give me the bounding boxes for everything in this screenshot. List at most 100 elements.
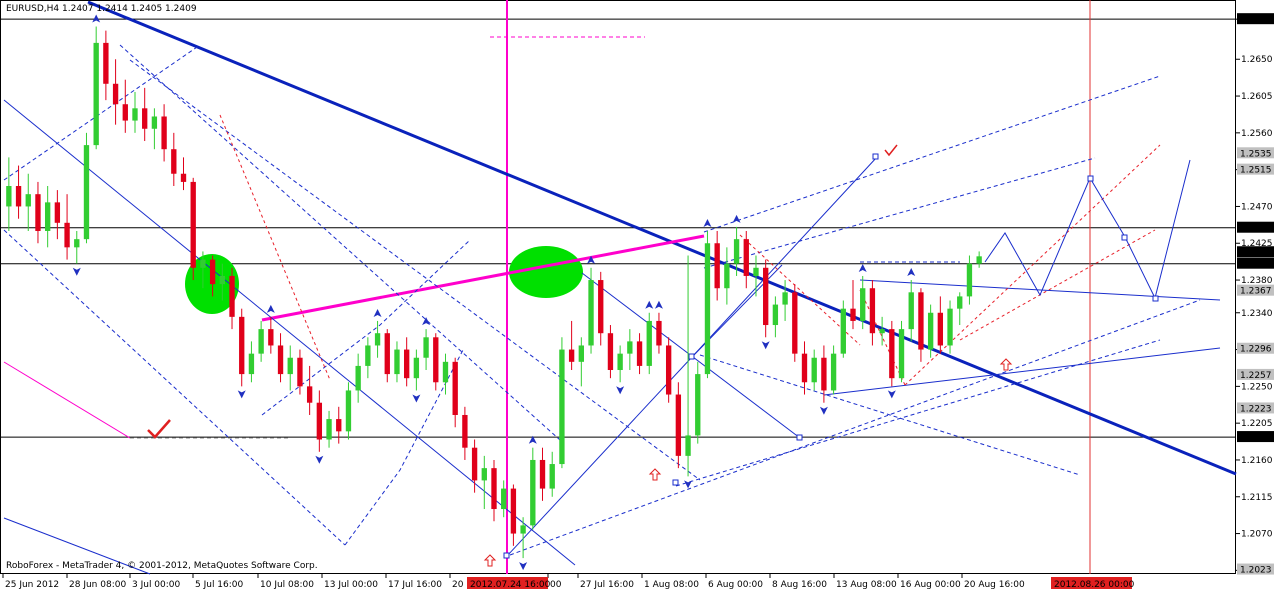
channel-line (703, 157, 1096, 269)
candle-body (122, 104, 128, 121)
candle-body (607, 333, 614, 371)
candle-body (481, 468, 487, 481)
price-label-text: 1.2223 (1240, 404, 1272, 414)
price-tick-label: 1.2070 (1241, 530, 1273, 540)
candle-body (811, 357, 817, 383)
price-label-text: 1.2699 (1240, 15, 1272, 25)
candle-body (966, 263, 973, 297)
projection-line (904, 144, 1161, 386)
candle-body (520, 525, 526, 534)
candle-body (869, 288, 876, 334)
candle-body (83, 145, 90, 240)
symbol-label: EURUSD,H4 (6, 4, 60, 14)
wave-node (672, 479, 679, 486)
candle-body (801, 353, 808, 383)
projection-line (959, 229, 1156, 341)
candle-body (947, 308, 953, 346)
candle-body (336, 419, 342, 432)
price-tick-label: 1.2380 (1241, 276, 1273, 286)
up-arrow-outline-icon (999, 358, 1013, 371)
time-tick-label: 17 Jul 16:00 (388, 580, 442, 590)
candle-body (6, 186, 12, 207)
fractal-arrow-icon (373, 308, 382, 317)
price-tick-label: 1.2470 (1241, 202, 1273, 212)
time-tick-label: 6 Aug 00:00 (708, 580, 763, 590)
fractal-arrow-icon (72, 267, 81, 276)
price-tick-label: 1.2160 (1241, 456, 1273, 466)
fractal-arrow-icon (858, 263, 867, 272)
candle-body (268, 329, 274, 346)
fractal-arrow-icon (819, 406, 828, 415)
time-tick-label: 28 Jun 08:00 (69, 580, 126, 590)
candle-body (530, 459, 536, 526)
price-tick-label: 1.2340 (1241, 309, 1273, 319)
candle-body (772, 304, 779, 326)
price-tick-label: 1.2605 (1241, 92, 1273, 102)
candle-body (578, 345, 584, 362)
projection-line (219, 114, 331, 381)
price-label-text: 1.2023 (1240, 566, 1272, 576)
candles (6, 26, 982, 559)
price-label-text: 1.2409 (1240, 248, 1272, 258)
time-tick-label: 13 Aug 08:00 (836, 580, 897, 590)
candle-body (510, 488, 517, 534)
price-tick-label: 1.2205 (1241, 419, 1273, 429)
price-label-text: 1.2188 (1240, 433, 1272, 443)
candle-body (753, 267, 759, 276)
candle-body (171, 149, 177, 174)
check-mark-icon (884, 144, 898, 157)
candle-body (219, 275, 225, 285)
forecast-node (1152, 295, 1159, 302)
candle-body (306, 386, 313, 403)
horizontal-levels (0, 18, 1235, 438)
time-tick-label: 1 Aug 08:00 (644, 580, 699, 590)
candle-body (413, 357, 420, 379)
candle-body (44, 202, 51, 231)
main-trend-line (87, 0, 1237, 476)
candle-body (404, 349, 410, 379)
time-highlight-label: 2012.07.24 16:00 (470, 580, 551, 590)
forecast-node (1087, 175, 1094, 182)
price-axis: 1.2699 1.2650 1.2605 1.2560 1.2515 1.2470 1.24… (1235, 13, 1274, 576)
candle-body (675, 394, 682, 456)
up-arrow-outline-icon (648, 468, 662, 481)
candle-body (714, 243, 720, 289)
candle-body (200, 259, 206, 268)
candle-body (792, 292, 798, 354)
candle-body (782, 292, 788, 305)
candle-body (918, 292, 924, 350)
wave-node (796, 434, 803, 441)
time-tick-label: 3 Jul 00:00 (132, 580, 181, 590)
candle-body (471, 447, 478, 481)
candle-body (665, 345, 672, 395)
fractal-arrow-icon (237, 390, 246, 399)
candle-body (161, 116, 167, 150)
candle-body (384, 333, 390, 375)
candle-body (452, 361, 458, 415)
candle-body (277, 345, 284, 375)
candle-body (821, 357, 827, 391)
candle-body (442, 361, 449, 383)
time-tick-label: 16 Aug 00:00 (900, 580, 961, 590)
candle-body (142, 108, 148, 129)
channel-line (509, 299, 1201, 556)
time-tick-label: 20 (452, 580, 464, 590)
time-tick-label: 20 Aug 16:00 (964, 580, 1025, 590)
ohlc-values: 1.2407 1.2414 1.2405 1.2409 (62, 4, 197, 14)
price-label-text: 1.2296 (1240, 345, 1272, 355)
candle-body (258, 329, 264, 354)
candle-body (326, 419, 332, 440)
candle-body (345, 390, 352, 432)
fractal-arrow-icon (732, 214, 741, 223)
price-label-text: 1.2515 (1240, 166, 1272, 176)
fractal-arrow-icon (92, 14, 101, 23)
candle-body (316, 402, 323, 440)
candle-body (927, 312, 934, 350)
time-tick-label: 25 Jun 2012 (5, 580, 59, 590)
candle-body (239, 316, 245, 375)
fractal-arrow-icon (654, 300, 663, 309)
candle-body (704, 243, 711, 375)
candle-body (656, 320, 662, 346)
channel-line (703, 75, 1161, 233)
fractal-arrow-icon (645, 300, 654, 309)
